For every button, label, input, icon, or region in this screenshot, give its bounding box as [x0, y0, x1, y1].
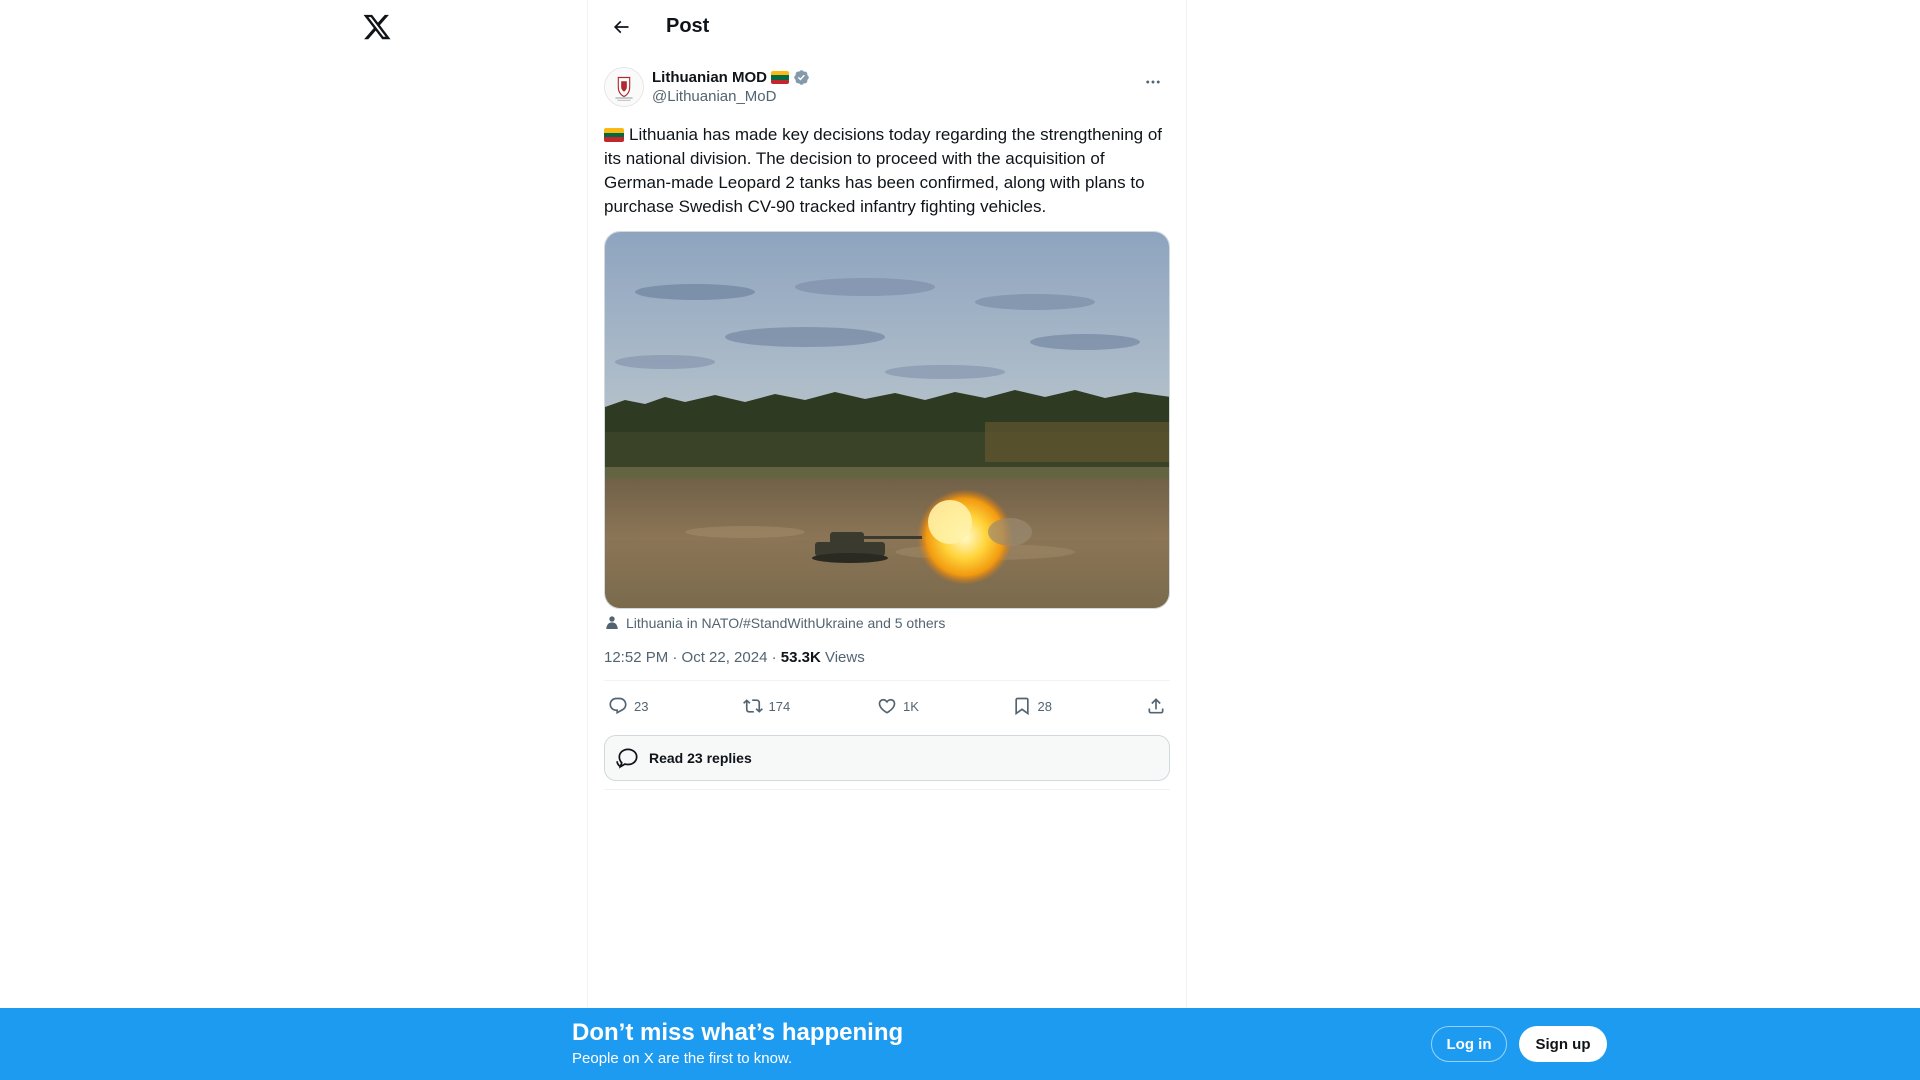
- post-text: Lithuania has made key decisions today r…: [604, 123, 1170, 219]
- post-meta: 12:52 PM · Oct 22, 2024 · 53.3K Views: [604, 649, 1170, 681]
- repost-count: 174: [768, 698, 791, 714]
- bookmark-button[interactable]: 28: [1012, 696, 1072, 716]
- repost-icon: [742, 699, 763, 713]
- main-column: Post Lithuanian MOD @Lithuanian_MoD Lith…: [587, 0, 1187, 1010]
- author-handle[interactable]: @Lithuanian_MoD: [652, 88, 810, 105]
- reply-button[interactable]: 23: [608, 696, 668, 716]
- signup-button[interactable]: Sign up: [1519, 1026, 1607, 1062]
- page-title: Post: [666, 15, 710, 37]
- author-name[interactable]: Lithuanian MOD: [652, 69, 767, 86]
- views-label: Views: [820, 649, 865, 666]
- action-bar: 23 174 1K 28: [604, 681, 1170, 731]
- like-icon: [878, 698, 896, 714]
- tagged-label: Lithuania in NATO/#StandWithUkraine and …: [626, 615, 946, 631]
- read-replies-button[interactable]: Read 23 replies: [604, 735, 1170, 781]
- signup-banner: Don’t miss what’s happening People on X …: [0, 1008, 1920, 1080]
- verified-badge-icon: [794, 70, 809, 85]
- like-button[interactable]: 1K: [877, 696, 937, 716]
- banner-title: Don’t miss what’s happening: [572, 1019, 904, 1046]
- chat-bubbles-icon: [616, 748, 638, 769]
- avatar[interactable]: [604, 67, 644, 107]
- share-button[interactable]: [1146, 696, 1166, 716]
- like-count: 1K: [903, 698, 919, 714]
- more-button[interactable]: [1136, 65, 1170, 99]
- login-button[interactable]: Log in: [1431, 1026, 1507, 1062]
- person-icon: [606, 616, 618, 629]
- lithuania-flag-icon: [771, 71, 789, 84]
- views-count: 53.3K: [780, 649, 821, 666]
- back-arrow-icon: [613, 20, 629, 33]
- repost-button[interactable]: 174: [742, 696, 803, 716]
- post: Lithuanian MOD @Lithuanian_MoD Lithuania…: [588, 53, 1186, 790]
- tagged-users[interactable]: Lithuania in NATO/#StandWithUkraine and …: [604, 615, 1170, 631]
- top-bar: Post: [588, 0, 1186, 53]
- post-divider: [604, 789, 1170, 790]
- post-image[interactable]: [604, 231, 1170, 609]
- back-button[interactable]: [604, 10, 638, 44]
- banner-subtitle: People on X are the first to know.: [572, 1050, 793, 1067]
- post-text-body: Lithuania has made key decisions today r…: [604, 125, 1167, 216]
- share-icon: [1148, 698, 1164, 714]
- reply-icon: [609, 697, 627, 715]
- bookmark-icon: [1014, 697, 1029, 716]
- bookmark-count: 28: [1037, 698, 1052, 714]
- post-time[interactable]: 12:52 PM · Oct 22, 2024 ·: [604, 649, 781, 666]
- read-replies-label: Read 23 replies: [649, 750, 752, 766]
- author-row: Lithuanian MOD @Lithuanian_MoD: [604, 65, 1170, 109]
- lithuania-flag-icon: [604, 128, 624, 142]
- more-icon: [1146, 80, 1160, 84]
- reply-count: 23: [634, 698, 649, 714]
- x-logo-icon[interactable]: [362, 12, 392, 42]
